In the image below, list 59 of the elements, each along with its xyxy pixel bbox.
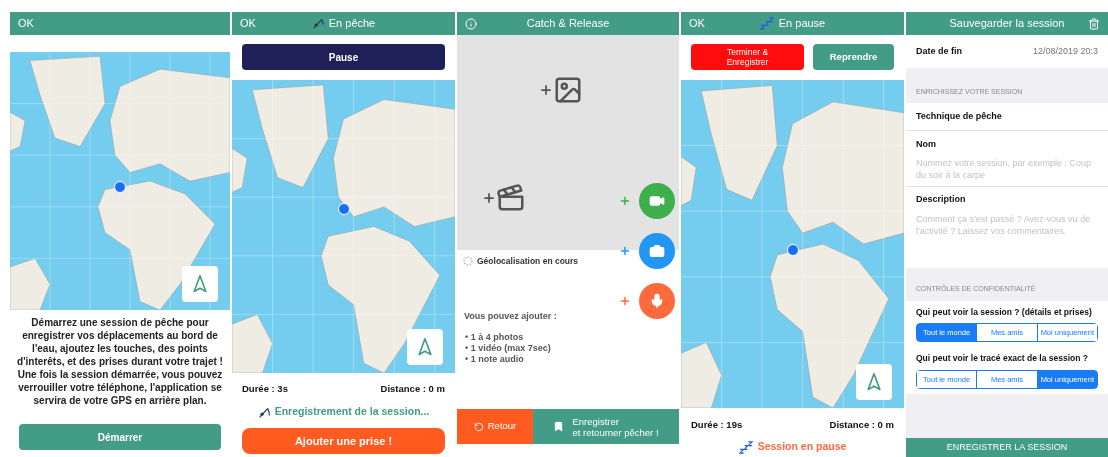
plus-icon bbox=[619, 195, 631, 207]
locate-button[interactable] bbox=[182, 266, 218, 302]
media-item: • 1 vidéo (max 7sec) bbox=[465, 343, 552, 355]
distance-text: Distance : 0 m bbox=[829, 418, 894, 432]
media-item: • 1 à 4 photos bbox=[465, 332, 525, 344]
camera-icon bbox=[649, 243, 665, 259]
privacy-question: Qui peut voir la session ? (détails et prises) bbox=[915, 305, 1093, 319]
sleep-icon bbox=[759, 17, 775, 30]
screen-title: En pause bbox=[778, 16, 826, 32]
end-date-value[interactable]: 12/08/2019 20:3 bbox=[1032, 44, 1098, 59]
add-video-icon[interactable] bbox=[482, 183, 526, 213]
field-label: Description bbox=[906, 186, 1108, 206]
bookmark-icon bbox=[553, 421, 565, 432]
info-icon[interactable] bbox=[465, 17, 477, 30]
recording-status: Enregistrement de la session... bbox=[274, 404, 430, 420]
ok-button[interactable]: OK bbox=[18, 15, 34, 32]
pause-button[interactable]: Pause bbox=[242, 44, 445, 70]
fishing-rod-icon bbox=[257, 405, 271, 419]
start-button[interactable]: Démarrer bbox=[19, 424, 221, 450]
spinner-icon bbox=[463, 256, 473, 267]
field-label: Date de fin bbox=[916, 44, 962, 58]
microphone-icon bbox=[649, 293, 665, 309]
navigation-arrow-icon bbox=[190, 274, 210, 294]
navigation-arrow-icon bbox=[415, 337, 435, 357]
microphone-button[interactable] bbox=[639, 283, 675, 319]
distance-text: Distance : 0 m bbox=[380, 382, 445, 396]
save-and-return-button[interactable]: Enregistrer et retourner pêcher ! bbox=[533, 409, 679, 444]
duration-text: Durée : 19s bbox=[691, 418, 743, 432]
add-catch-button[interactable]: Ajouter une prise ! bbox=[242, 428, 445, 454]
locate-button[interactable] bbox=[407, 329, 443, 365]
media-intro: Vous pouvez ajouter : bbox=[463, 309, 558, 323]
media-item: • 1 note audio bbox=[465, 354, 525, 366]
duration-text: Durée : 3s bbox=[242, 382, 288, 396]
plus-icon bbox=[619, 295, 631, 307]
ok-button[interactable]: OK bbox=[689, 15, 705, 32]
sleep-icon bbox=[738, 440, 754, 454]
screen-title: Catch & Release bbox=[526, 16, 610, 32]
screen-title: En pêche bbox=[328, 16, 376, 32]
finish-button[interactable]: Terminer & Enregistrer bbox=[691, 44, 804, 70]
undo-icon bbox=[473, 421, 484, 432]
resume-button[interactable]: Reprendre bbox=[813, 44, 894, 70]
add-image-icon[interactable] bbox=[539, 75, 583, 105]
video-camera-icon bbox=[649, 193, 665, 209]
ok-button[interactable]: OK bbox=[240, 15, 256, 32]
navigation-arrow-icon bbox=[864, 372, 884, 392]
privacy-question: Qui peut voir le tracé exact de la session ? bbox=[915, 352, 1089, 365]
pause-status: Session en pause bbox=[757, 439, 847, 455]
field-label: Nom bbox=[906, 131, 1108, 152]
technique-field[interactable]: Technique de pêche bbox=[906, 102, 1108, 131]
delete-icon[interactable] bbox=[1088, 17, 1100, 30]
locate-button[interactable] bbox=[856, 364, 892, 400]
camera-button[interactable] bbox=[639, 233, 675, 269]
screen-title: Sauvegarder la session bbox=[949, 16, 1065, 32]
intro-text: Démarrez une session de pêche pour enregistrer vos déplacements au bord de l'eau, ajoutez les touches, des points d'interêts, et des prises durant votre trajet ! Une fois la session démarrée, vous pouvez verrouiller votre téléphone, l'application se servira de votre GPS en arrière plan. bbox=[16, 316, 224, 407]
save-session-button[interactable]: ENREGISTRER LA SESSION bbox=[906, 438, 1108, 457]
back-button[interactable]: Retour bbox=[457, 409, 533, 444]
fishing-rod-icon bbox=[311, 17, 325, 30]
plus-icon bbox=[619, 245, 631, 257]
geolocation-status: Géolocalisation en cours bbox=[477, 255, 579, 268]
